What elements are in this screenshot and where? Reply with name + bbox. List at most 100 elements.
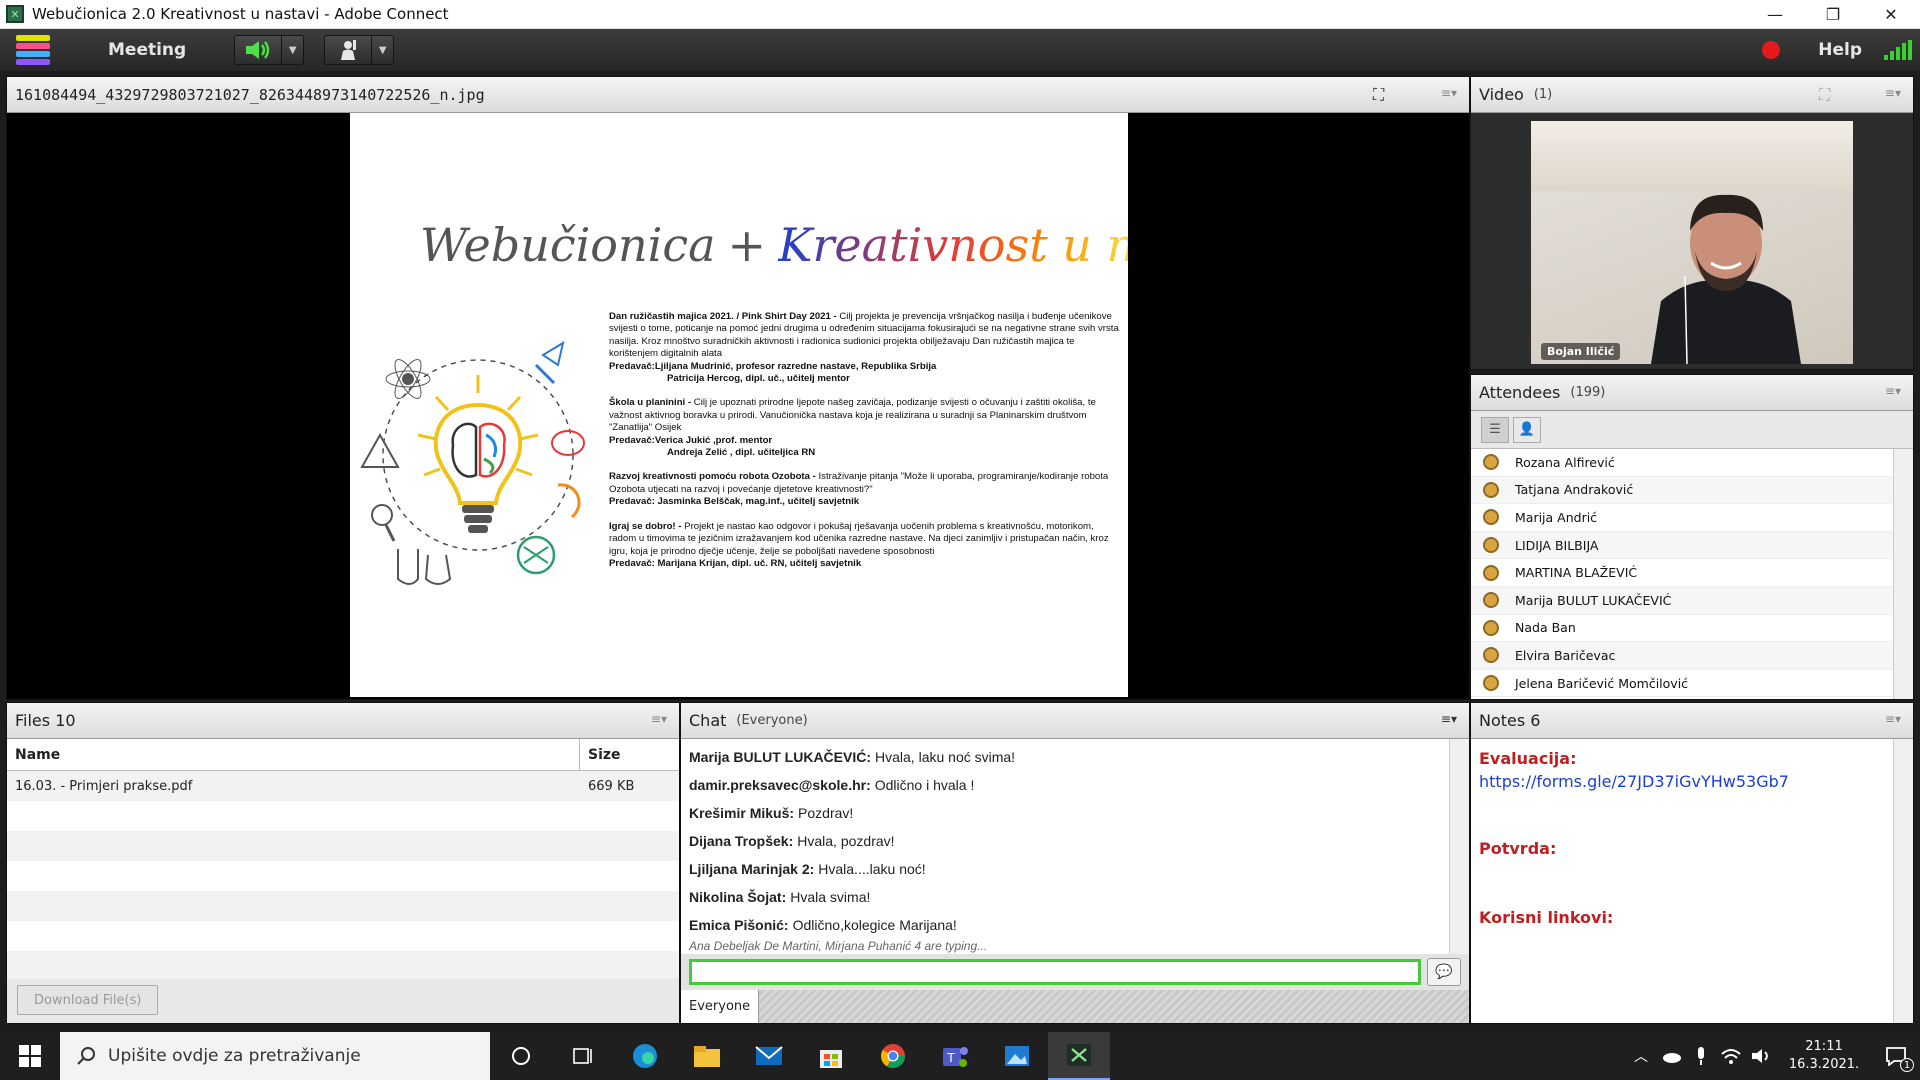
adobe-connect-taskbar-icon[interactable] — [1048, 1032, 1110, 1080]
pod-menu-icon[interactable]: ≡▾ — [1441, 86, 1457, 100]
typing-indicator: Ana Debeljak De Martini, Mirjana Puhanić… — [689, 939, 988, 953]
recording-indicator-icon[interactable] — [1762, 41, 1780, 59]
windows-taskbar: Upišite ovdje za pretraživanje T ︿ 21:11… — [0, 1032, 1920, 1080]
person-in-video — [1651, 194, 1801, 364]
chat-tab-everyone[interactable]: Everyone — [681, 990, 760, 1023]
attendee-row[interactable]: MARTINA BLAŽEVIĆ — [1471, 559, 1893, 587]
attendee-row[interactable]: Elvira Baričevac — [1471, 642, 1893, 670]
notes-scrollbar[interactable] — [1893, 739, 1913, 1023]
attendees-pod: Attendees (199) ≡▾ ☰ 👤 Rozana Alfirević T… — [1470, 374, 1914, 700]
taskbar-search-box[interactable]: Upišite ovdje za pretraživanje — [60, 1032, 490, 1080]
chat-message-input[interactable] — [689, 959, 1421, 985]
adobe-connect-app-icon: ✕ — [6, 5, 24, 23]
note-evaluacija-link[interactable]: https://forms.gle/27JD37iGvYHw53Gb7 — [1479, 772, 1887, 791]
attendee-row[interactable]: Nada Ban — [1471, 615, 1893, 643]
wordmark-kreativnost: Kreativnost u nastavi — [778, 218, 1128, 272]
video-count: (1) — [1533, 87, 1553, 102]
chat-scrollbar[interactable] — [1449, 739, 1469, 954]
main-menu-icon[interactable] — [16, 35, 50, 65]
notes-pod-title: Notes 6 — [1479, 711, 1541, 730]
microphone-icon[interactable] — [1686, 1032, 1716, 1080]
pod-menu-icon[interactable]: ≡▾ — [1441, 712, 1457, 726]
restore-icon[interactable]: ❐ — [1804, 0, 1862, 29]
chat-input-bar: 💬 — [681, 954, 1469, 990]
attendee-name: Tatjana Andraković — [1515, 482, 1634, 498]
store-icon[interactable] — [800, 1032, 862, 1080]
file-row[interactable]: 16.03. - Primjeri prakse.pdf 669 KB — [7, 771, 679, 801]
chat-sender: Dijana Tropšek: — [689, 833, 794, 849]
help-menu[interactable]: Help — [1818, 40, 1862, 60]
send-message-icon[interactable]: 💬 — [1427, 958, 1461, 986]
pod-menu-icon[interactable]: ≡▾ — [1885, 712, 1901, 726]
chat-sender: Nikolina Šojat: — [689, 889, 787, 905]
pod-menu-icon[interactable]: ≡▾ — [1885, 86, 1901, 100]
attendee-name: LIDIJA BILBIJA — [1515, 537, 1599, 553]
attendee-row[interactable]: Marija BULUT LUKAČEVIĆ — [1471, 586, 1893, 615]
chevron-down-icon[interactable]: ▼ — [281, 36, 303, 64]
video-stage: Bojan Iličić — [1471, 113, 1913, 369]
chat-sender: Marija BULUT LUKAČEVIĆ: — [689, 749, 872, 765]
fullscreen-icon[interactable]: ⛶ — [1373, 85, 1393, 105]
file-explorer-icon[interactable] — [676, 1032, 738, 1080]
video-pod: Video (1) ⛶ ≡▾ Bojan Iličić — [1470, 76, 1914, 370]
close-icon[interactable]: ✕ — [1862, 0, 1920, 29]
fullscreen-icon[interactable]: ⛶ — [1819, 85, 1839, 105]
notifications-icon[interactable]: 1 — [1872, 1032, 1920, 1080]
download-files-button[interactable]: Download File(s) — [17, 985, 159, 1015]
attendee-row[interactable]: LIDIJA BILBIJA — [1471, 531, 1893, 560]
files-pod-title: Files 10 — [15, 711, 76, 730]
clock-date: 16.3.2021. — [1788, 1057, 1860, 1072]
volume-icon[interactable] — [1746, 1032, 1776, 1080]
task-view-icon[interactable] — [552, 1032, 614, 1080]
section-lead: Razvoj kreativnosti pomoću robota Ozobot… — [609, 471, 816, 483]
attendees-scrollbar[interactable] — [1893, 449, 1913, 699]
wifi-icon[interactable] — [1716, 1032, 1746, 1080]
speaker-button[interactable]: ▼ — [234, 35, 305, 65]
chat-sender: damir.preksavec@skole.hr: — [689, 777, 871, 793]
chevron-down-icon[interactable]: ▼ — [371, 36, 393, 64]
chrome-icon[interactable] — [862, 1032, 924, 1080]
attendee-row[interactable]: Rozana Alfirević — [1471, 449, 1893, 477]
clock-time: 21:11 — [1805, 1039, 1843, 1054]
camera-name-label: Bojan Iličić — [1541, 343, 1621, 360]
share-stage: Webučionica+Kreativnost u nastavi — [7, 113, 1469, 699]
photos-icon[interactable] — [986, 1032, 1048, 1080]
cortana-icon[interactable] — [490, 1032, 552, 1080]
attendee-row[interactable]: Marija Andrić — [1471, 504, 1893, 532]
wordmark-plus: + — [727, 218, 767, 272]
status-view-icon[interactable]: 👤 — [1513, 416, 1541, 443]
notes-content: Evaluacija: https://forms.gle/27JD37iGvY… — [1471, 739, 1895, 1023]
start-button[interactable] — [0, 1032, 60, 1080]
attendee-status-icon — [1483, 675, 1499, 692]
pod-menu-icon[interactable]: ≡▾ — [651, 712, 667, 726]
chat-sender: Krešimir Mikuš: — [689, 805, 795, 821]
attendee-name: Nada Ban — [1515, 620, 1576, 636]
speaker-icon — [235, 36, 281, 64]
mail-icon[interactable] — [738, 1032, 800, 1080]
raise-hand-button[interactable]: ▼ — [324, 35, 395, 65]
list-view-icon[interactable]: ☰ — [1481, 416, 1509, 443]
meeting-menu[interactable]: Meeting — [108, 40, 186, 60]
attendee-row[interactable]: Jelena Baričević Momčilović — [1471, 670, 1893, 698]
minimize-icon[interactable]: — — [1746, 0, 1804, 29]
onedrive-icon[interactable] — [1656, 1032, 1686, 1080]
chat-tabs: Everyone — [681, 990, 1469, 1023]
chat-pod: Chat (Everyone) ≡▾ Marija BULUT LUKAČEVI… — [680, 702, 1470, 1024]
section-presenter-2: Andreja Zelić , dipl. učiteljica RN — [667, 447, 816, 459]
pod-menu-icon[interactable]: ≡▾ — [1885, 384, 1901, 398]
window-title: Webučionica 2.0 Kreativnost u nastavi - … — [32, 5, 449, 23]
attendee-name: Marija Andrić — [1515, 509, 1598, 525]
chat-message: damir.preksavec@skole.hr: Odlično i hvala… — [689, 771, 1443, 799]
attendee-row[interactable]: Tatjana Andraković — [1471, 476, 1893, 505]
chevron-up-icon[interactable]: ︿ — [1626, 1032, 1656, 1080]
webcam-feed[interactable]: Bojan Iličić — [1531, 121, 1853, 364]
teams-icon[interactable]: T — [924, 1032, 986, 1080]
taskbar-clock[interactable]: 21:11 16.3.2021. — [1776, 1038, 1872, 1074]
wordmark-webucionica: Webučionica — [420, 218, 716, 272]
column-header-size[interactable]: Size — [580, 739, 679, 770]
file-row — [7, 891, 679, 921]
edge-browser-icon[interactable] — [614, 1032, 676, 1080]
column-header-name[interactable]: Name — [7, 739, 580, 770]
note-evaluacija-label: Evaluacija: — [1479, 749, 1577, 768]
attendee-status-icon — [1483, 564, 1499, 581]
